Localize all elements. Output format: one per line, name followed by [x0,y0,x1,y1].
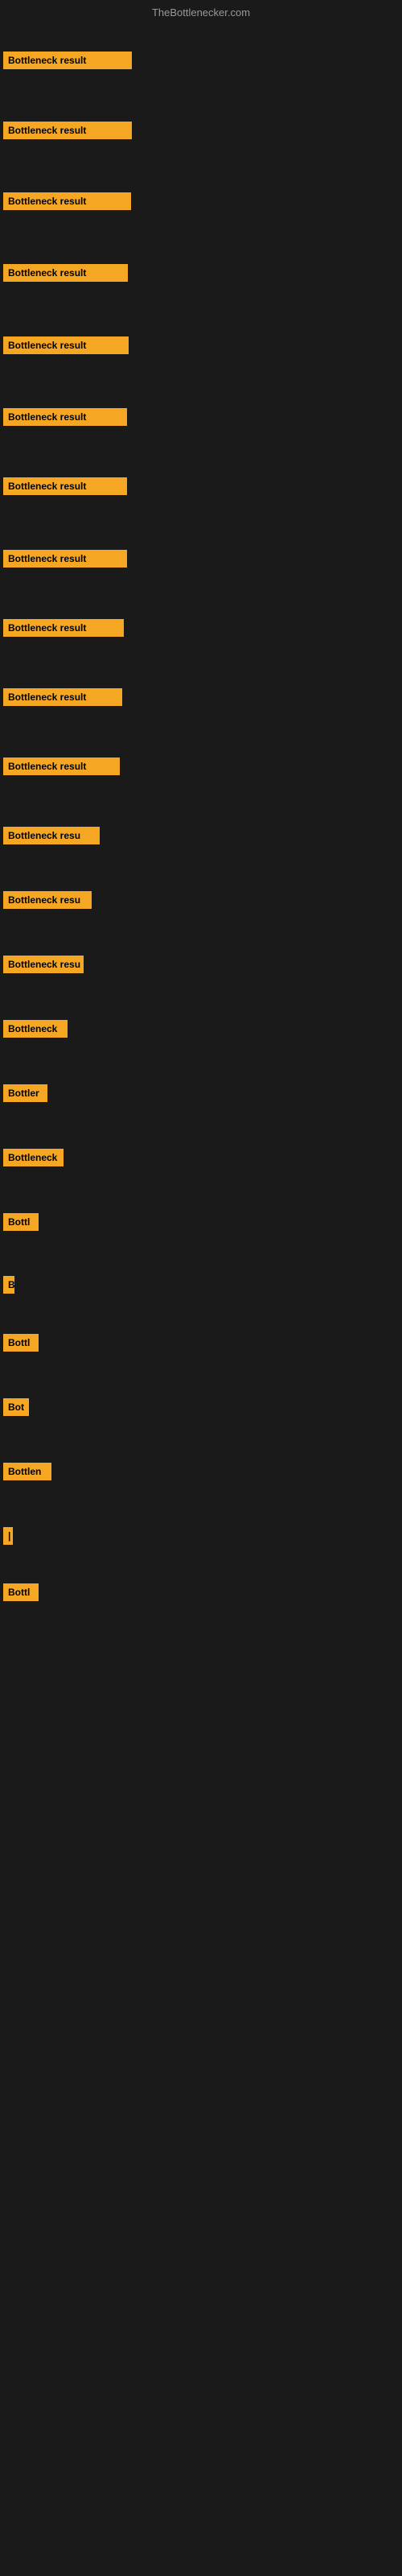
bottleneck-label: | [3,1527,13,1545]
site-title: TheBottlenecker.com [0,0,402,22]
bottleneck-item: Bottleneck result [3,688,122,710]
bottleneck-item: Bottl [3,1583,39,1605]
bottleneck-item: B [3,1276,14,1298]
bottleneck-label: Bottl [3,1213,39,1231]
bottleneck-label: Bottler [3,1084,47,1102]
bottleneck-item: Bottleneck resu [3,827,100,848]
bottleneck-item: Bottleneck result [3,52,132,73]
site-header: TheBottlenecker.com [0,0,402,22]
bottleneck-label: Bottleneck result [3,122,132,139]
bottleneck-label: B [3,1276,14,1294]
bottleneck-item: Bottleneck result [3,264,128,286]
bottleneck-label: Bottleneck result [3,758,120,775]
bottleneck-item: Bottler [3,1084,47,1106]
bottleneck-item: Bottleneck [3,1149,64,1170]
bottleneck-label: Bottl [3,1583,39,1601]
bottleneck-item: Bottleneck result [3,122,132,143]
bottleneck-label: Bottleneck result [3,52,132,69]
bottleneck-label: Bottl [3,1334,39,1352]
bottleneck-label: Bottleneck resu [3,827,100,844]
bottleneck-item: Bottleneck result [3,336,129,358]
bottleneck-label: Bottleneck [3,1020,68,1038]
bottleneck-item: Bottleneck result [3,192,131,214]
bottleneck-item: Bottl [3,1334,39,1356]
bottleneck-item: Bot [3,1398,29,1420]
bottleneck-label: Bottleneck result [3,264,128,282]
bottleneck-label: Bottleneck result [3,408,127,426]
bottleneck-label: Bottleneck result [3,550,127,568]
bottleneck-item: Bottleneck result [3,758,120,779]
bottleneck-item: Bottleneck result [3,619,124,641]
bottleneck-label: Bottleneck result [3,477,127,495]
bottleneck-label: Bottleneck result [3,192,131,210]
bottleneck-item: Bottlen [3,1463,51,1484]
bottleneck-item: Bottleneck [3,1020,68,1042]
bottleneck-label: Bottleneck resu [3,956,84,973]
bottleneck-label: Bot [3,1398,29,1416]
bottleneck-item: | [3,1527,13,1549]
bottleneck-item: Bottleneck resu [3,956,84,977]
bottleneck-label: Bottleneck result [3,619,124,637]
bottleneck-label: Bottleneck resu [3,891,92,909]
bottleneck-label: Bottleneck result [3,336,129,354]
bottleneck-item: Bottleneck result [3,550,127,572]
bottleneck-label: Bottleneck result [3,688,122,706]
bottleneck-label: Bottlen [3,1463,51,1480]
bottleneck-item: Bottleneck result [3,408,127,430]
bottleneck-label: Bottleneck [3,1149,64,1166]
bottleneck-item: Bottleneck result [3,477,127,499]
bottleneck-item: Bottl [3,1213,39,1235]
bottleneck-item: Bottleneck resu [3,891,92,913]
